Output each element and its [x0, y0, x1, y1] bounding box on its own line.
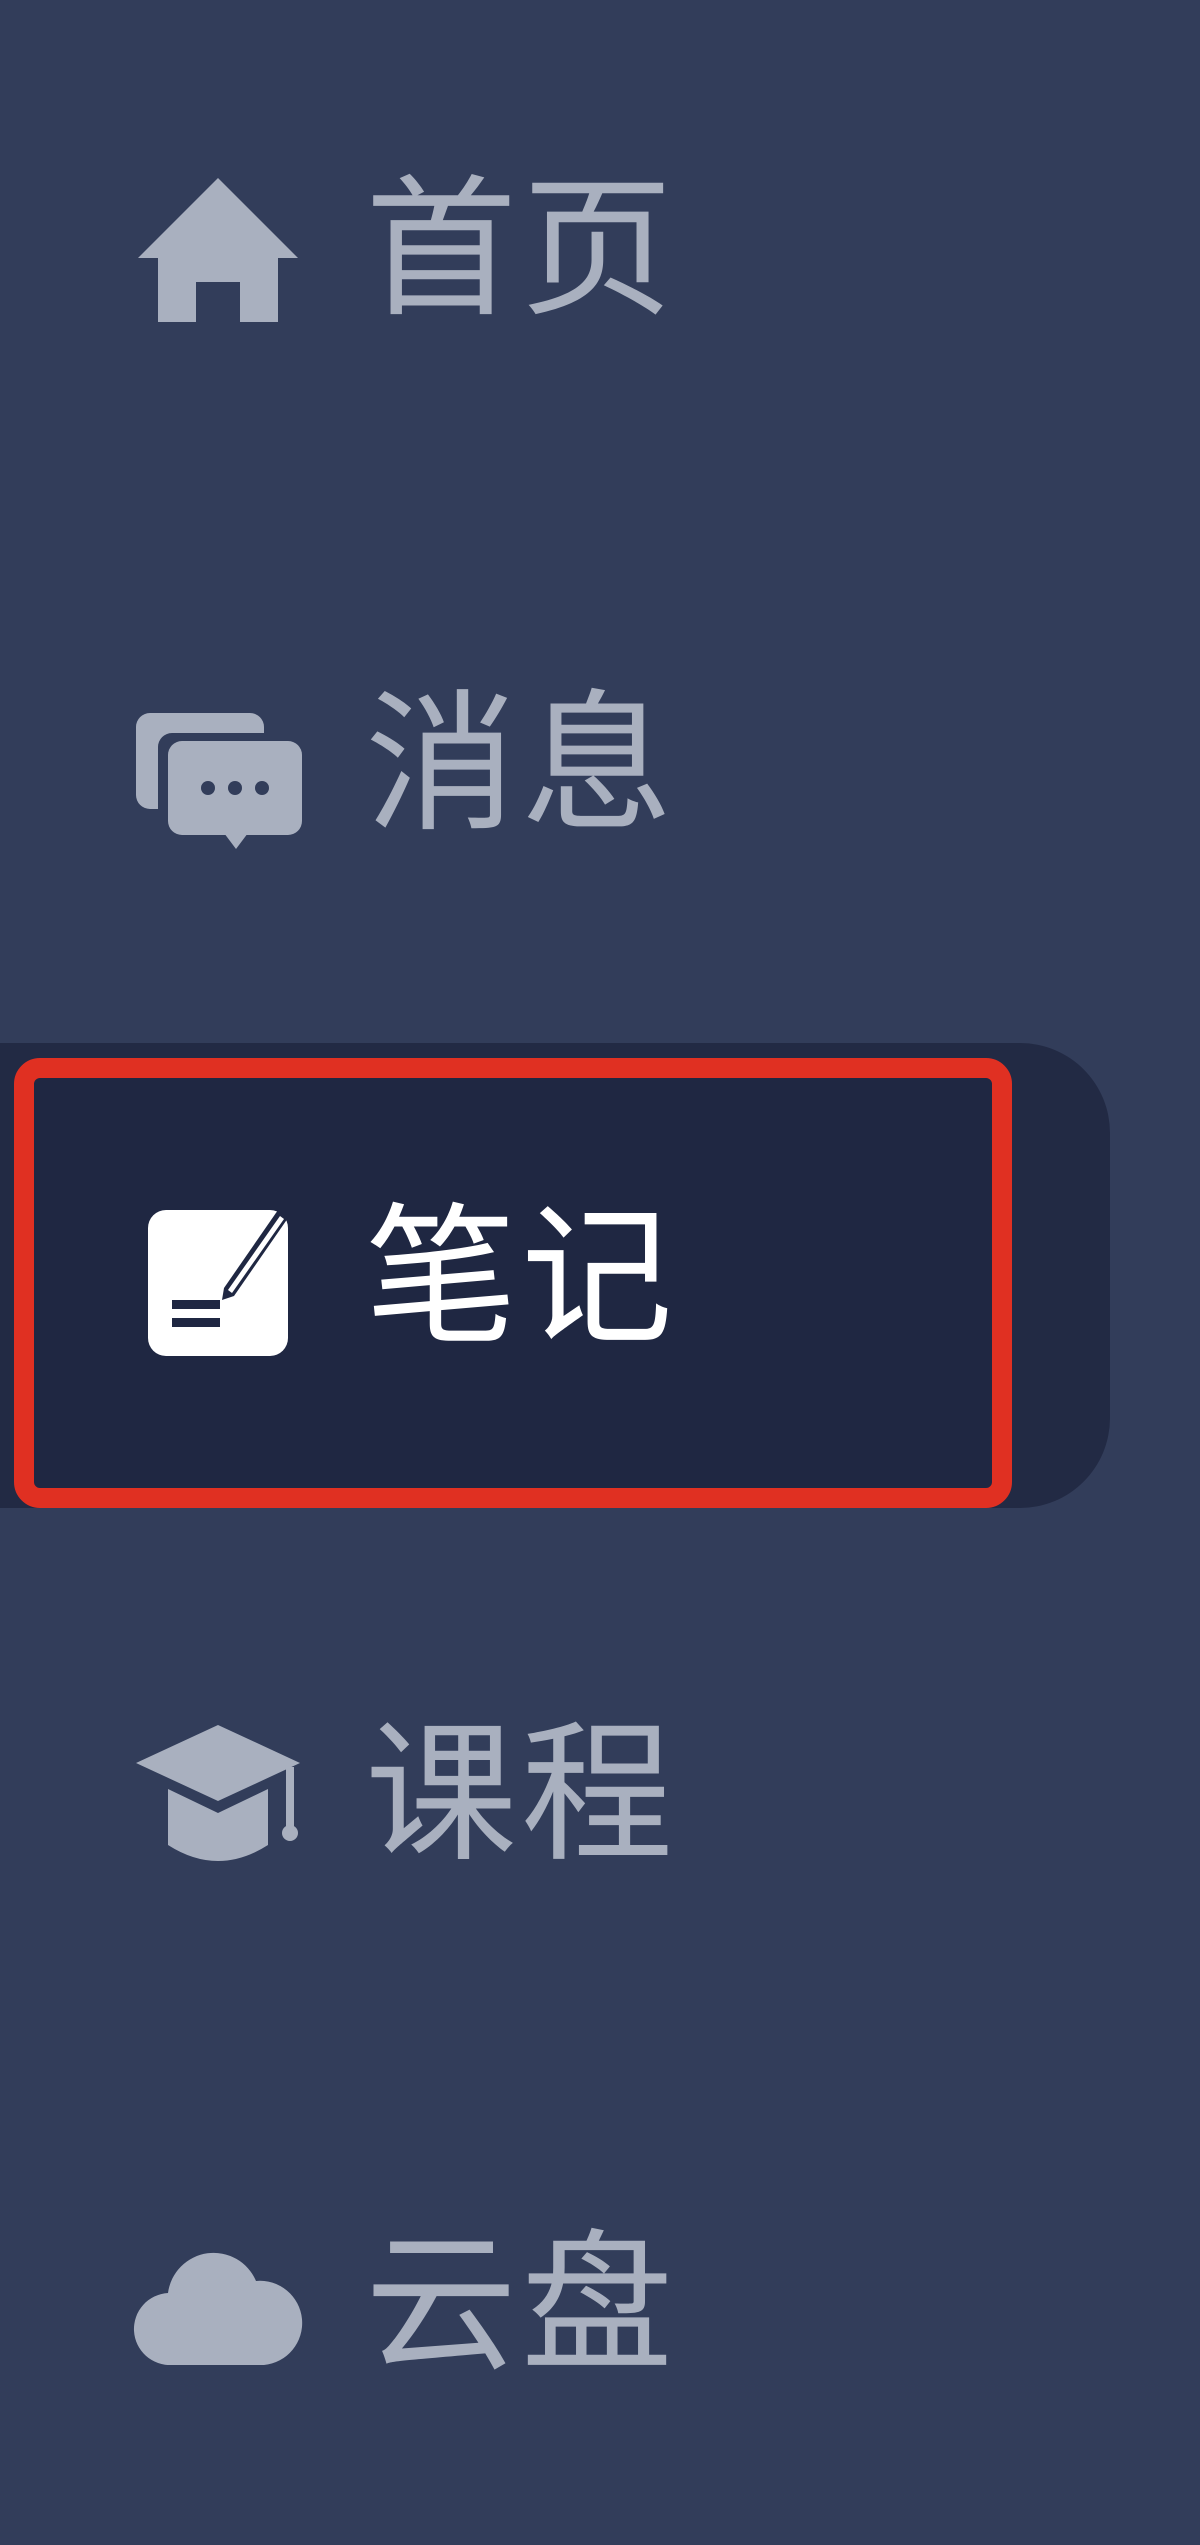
- sidebar-item-notes[interactable]: 笔记: [0, 1038, 1110, 1518]
- sidebar-item-messages[interactable]: 消息: [0, 525, 1110, 1005]
- note-edit-icon: [128, 1188, 308, 1368]
- sidebar-item-label: 消息: [365, 676, 677, 853]
- home-icon: [128, 160, 308, 340]
- sidebar-item-cloud-drive[interactable]: 云盘: [0, 2065, 1110, 2545]
- sidebar-item-courses[interactable]: 课程: [0, 1555, 1110, 2035]
- sidebar-item-label: 笔记: [365, 1189, 677, 1366]
- chat-bubbles-icon: [128, 675, 308, 855]
- graduation-cap-icon: [128, 1705, 308, 1885]
- sidebar-item-label: 课程: [365, 1706, 677, 1883]
- sidebar-item-home[interactable]: 首页: [0, 10, 1110, 490]
- sidebar-item-label: 首页: [365, 161, 677, 338]
- cloud-icon: [128, 2215, 308, 2395]
- sidebar-item-label: 云盘: [365, 2216, 677, 2393]
- sidebar-nav: 首页 消息 笔记 课程 云盘: [0, 0, 1200, 2520]
